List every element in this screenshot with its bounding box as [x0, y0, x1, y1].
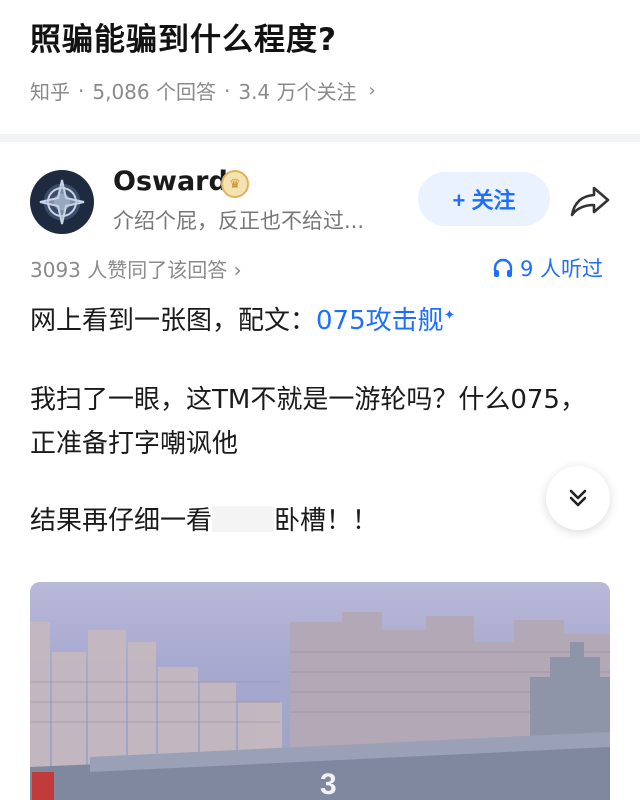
answer-paragraph-1: 网上看到一张图，配文：075攻击舰✦ [30, 300, 455, 337]
answer-count: 5,086 个回答 [92, 80, 216, 104]
keyword-link[interactable]: 075攻击舰 [316, 306, 444, 336]
sparkle-icon: ✦ [443, 307, 456, 324]
author-name[interactable]: Osward [113, 166, 228, 197]
paragraph-text: 结果再仔细一看 [30, 506, 213, 536]
crown-icon: ♛ [221, 170, 249, 198]
question-meta[interactable]: 知乎 · 5,086 个回答 · 3.4 万个关注 › [30, 76, 376, 105]
listen-count[interactable]: 9 人听过 [492, 253, 603, 283]
ship-hull-number: 3 [320, 768, 337, 800]
paragraph-text: 卧槽！！ [274, 506, 379, 536]
answer-image[interactable]: 3 [30, 582, 610, 800]
avatar[interactable] [30, 170, 94, 234]
headphones-icon [493, 258, 513, 277]
share-icon[interactable] [568, 182, 612, 218]
author-bio: 介绍个屁，反正也不给过... [113, 209, 365, 233]
upvote-count[interactable]: 3093 人赞同了该回答 › [30, 254, 242, 283]
expand-button[interactable] [546, 466, 610, 530]
source-label: 知乎 [30, 80, 70, 104]
separator-dot: · [78, 78, 85, 103]
answer-paragraph-3: 结果再仔细一看 卧槽！！ [30, 500, 378, 537]
question-title[interactable]: 照骗能骗到什么程度? [30, 14, 337, 59]
chevron-double-down-icon [569, 489, 587, 507]
ship-photo-illustration: 3 [30, 612, 610, 800]
follow-button[interactable]: + 关注 [418, 172, 550, 226]
follower-count: 3.4 万个关注 [238, 80, 357, 104]
section-divider [0, 134, 640, 142]
answer-paragraph-2: 我扫了一眼，这TM不就是一游轮吗？什么075，正准备打字嘲讽他 [30, 385, 586, 459]
censored-blank [212, 505, 275, 532]
chevron-right-icon: › [368, 80, 376, 101]
separator-dot: · [223, 78, 231, 103]
paragraph-text: 网上看到一张图，配文： [30, 306, 317, 336]
listen-label: 9 人听过 [520, 257, 604, 281]
